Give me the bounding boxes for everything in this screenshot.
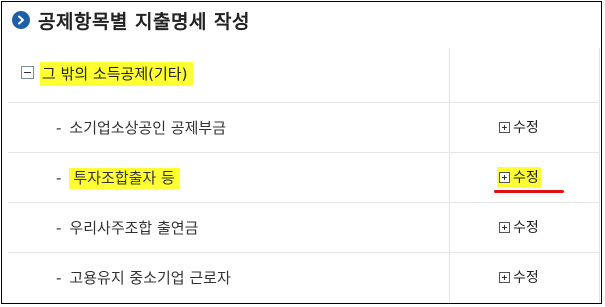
item-text: 우리사주조합 출연금 xyxy=(69,219,199,237)
item-label-employee-stock: - 우리사주조합 출연금 xyxy=(56,217,198,238)
dash: - xyxy=(56,169,62,187)
edit-button-employee-stock[interactable]: 수정 xyxy=(499,217,539,237)
collapse-minus-icon[interactable] xyxy=(21,66,34,79)
item-label-small-business-deduction: - 소기업소상공인 공제부금 xyxy=(56,117,226,138)
group-label: 그 밖의 소득공제(기타) xyxy=(40,62,194,86)
table-row: - 우리사주조합 출연금 수정 xyxy=(8,203,600,253)
plus-icon xyxy=(499,221,510,233)
plus-icon xyxy=(499,121,510,133)
table-row: - 투자조합출자 등 수정 xyxy=(8,153,600,203)
table-row: - 고용유지 중소기업 근로자 수정 xyxy=(8,253,600,303)
item-label-employment-retention: - 고용유지 중소기업 근로자 xyxy=(56,267,231,288)
circle-arrow-right-icon xyxy=(12,11,30,29)
edit-label: 수정 xyxy=(513,170,539,186)
red-underline-annotation xyxy=(494,190,564,193)
plus-icon xyxy=(499,171,510,183)
page-title: 공제항목별 지출명세 작성 xyxy=(38,11,251,33)
item-label-investment-partnership: - 투자조합출자 등 xyxy=(56,167,180,189)
group-row: 그 밖의 소득공제(기타) xyxy=(8,48,600,103)
arrow-right-glyph xyxy=(18,15,24,25)
deduction-table: 그 밖의 소득공제(기타) - 소기업소상공인 공제부금 수정 - 투자조합출자 등… xyxy=(8,48,601,303)
edit-button-small-business[interactable]: 수정 xyxy=(499,117,539,137)
edit-button-investment-partnership[interactable]: 수정 xyxy=(497,167,541,187)
item-text: 고용유지 중소기업 근로자 xyxy=(69,269,231,287)
content-frame: 공제항목별 지출명세 작성 그 밖의 소득공제(기타) - 소기업소상공인 공제부… xyxy=(1,1,602,304)
table-row: - 소기업소상공인 공제부금 수정 xyxy=(8,103,600,153)
edit-label: 수정 xyxy=(513,270,539,286)
dash: - xyxy=(56,219,62,237)
edit-button-employment-retention[interactable]: 수정 xyxy=(499,267,539,287)
edit-label: 수정 xyxy=(513,220,539,236)
plus-icon xyxy=(499,271,510,283)
dash: - xyxy=(56,119,62,137)
item-text: 소기업소상공인 공제부금 xyxy=(69,119,226,137)
dash: - xyxy=(56,269,62,287)
edit-label: 수정 xyxy=(513,120,539,136)
item-text-highlighted: 투자조합출자 등 xyxy=(69,168,180,189)
section-header: 공제항목별 지출명세 작성 xyxy=(2,2,601,42)
